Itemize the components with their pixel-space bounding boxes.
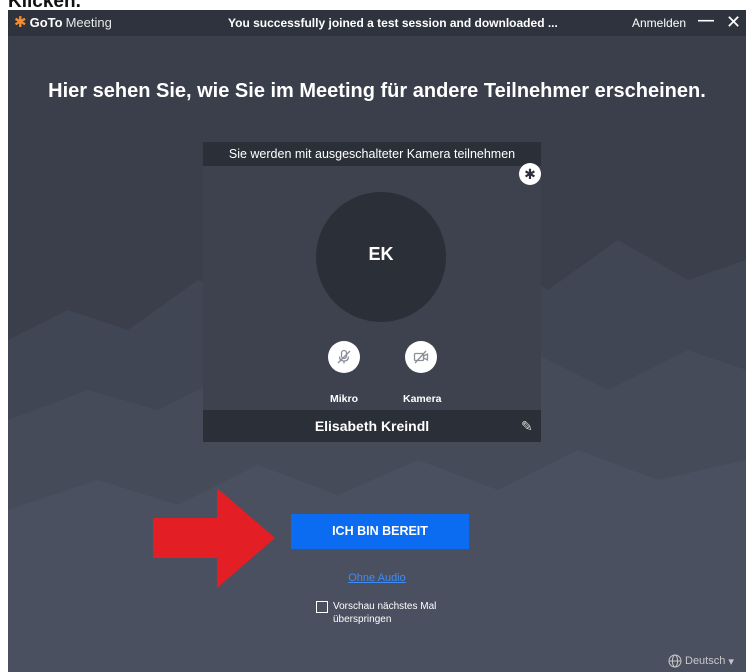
camera-label: Kamera <box>403 393 442 405</box>
window-title: You successfully joined a test session a… <box>228 16 558 30</box>
avatar: EK <box>316 192 446 322</box>
mic-toggle-button[interactable] <box>328 341 360 373</box>
gear-icon[interactable]: ✱ <box>519 163 541 185</box>
camera-status-text: Sie werden mit ausgeschalteter Kamera te… <box>203 142 541 166</box>
participant-name: Elisabeth Kreindl <box>314 418 430 434</box>
title-bar: ✱ GoTo Meeting You successfully joined a … <box>8 10 746 36</box>
login-link[interactable]: Anmelden <box>632 16 686 30</box>
goto-meeting-window: ✱ GoTo Meeting You successfully joined a … <box>8 10 746 672</box>
goto-logo: ✱ GoTo Meeting <box>14 13 112 31</box>
minimize-button[interactable]: — <box>698 12 714 30</box>
skip-preview-label: Vorschau nächstes Mal überspringen <box>333 601 437 625</box>
name-bar: Elisabeth Kreindl ✎ <box>203 410 541 442</box>
pencil-icon[interactable]: ✎ <box>521 418 533 435</box>
no-audio-link[interactable]: Ohne Audio <box>8 572 746 584</box>
globe-icon <box>668 654 682 668</box>
camera-toggle-button[interactable] <box>405 341 437 373</box>
mic-muted-icon <box>337 349 351 364</box>
page-heading: Hier sehen Sie, wie Sie im Meeting für a… <box>48 80 706 102</box>
language-selector[interactable]: Deutsch ▾ <box>668 654 734 668</box>
camera-off-icon <box>413 350 429 364</box>
logo-meeting-text: Meeting <box>65 15 112 30</box>
skip-preview-option[interactable]: Vorschau nächstes Mal überspringen <box>316 600 473 626</box>
logo-goto-text: GoTo <box>29 15 63 30</box>
avatar-initials: EK <box>368 244 394 264</box>
self-preview-panel: Sie werden mit ausgeschalteter Kamera te… <box>203 142 541 442</box>
close-button[interactable]: ✕ <box>726 12 741 33</box>
language-label: Deutsch <box>685 655 726 667</box>
skip-preview-checkbox[interactable] <box>316 601 328 613</box>
goto-logo-icon: ✱ <box>14 13 27 31</box>
ready-button[interactable]: ICH BIN BEREIT <box>291 514 469 549</box>
mic-label: Mikro <box>330 393 359 405</box>
chevron-down-icon: ▾ <box>728 655 734 668</box>
